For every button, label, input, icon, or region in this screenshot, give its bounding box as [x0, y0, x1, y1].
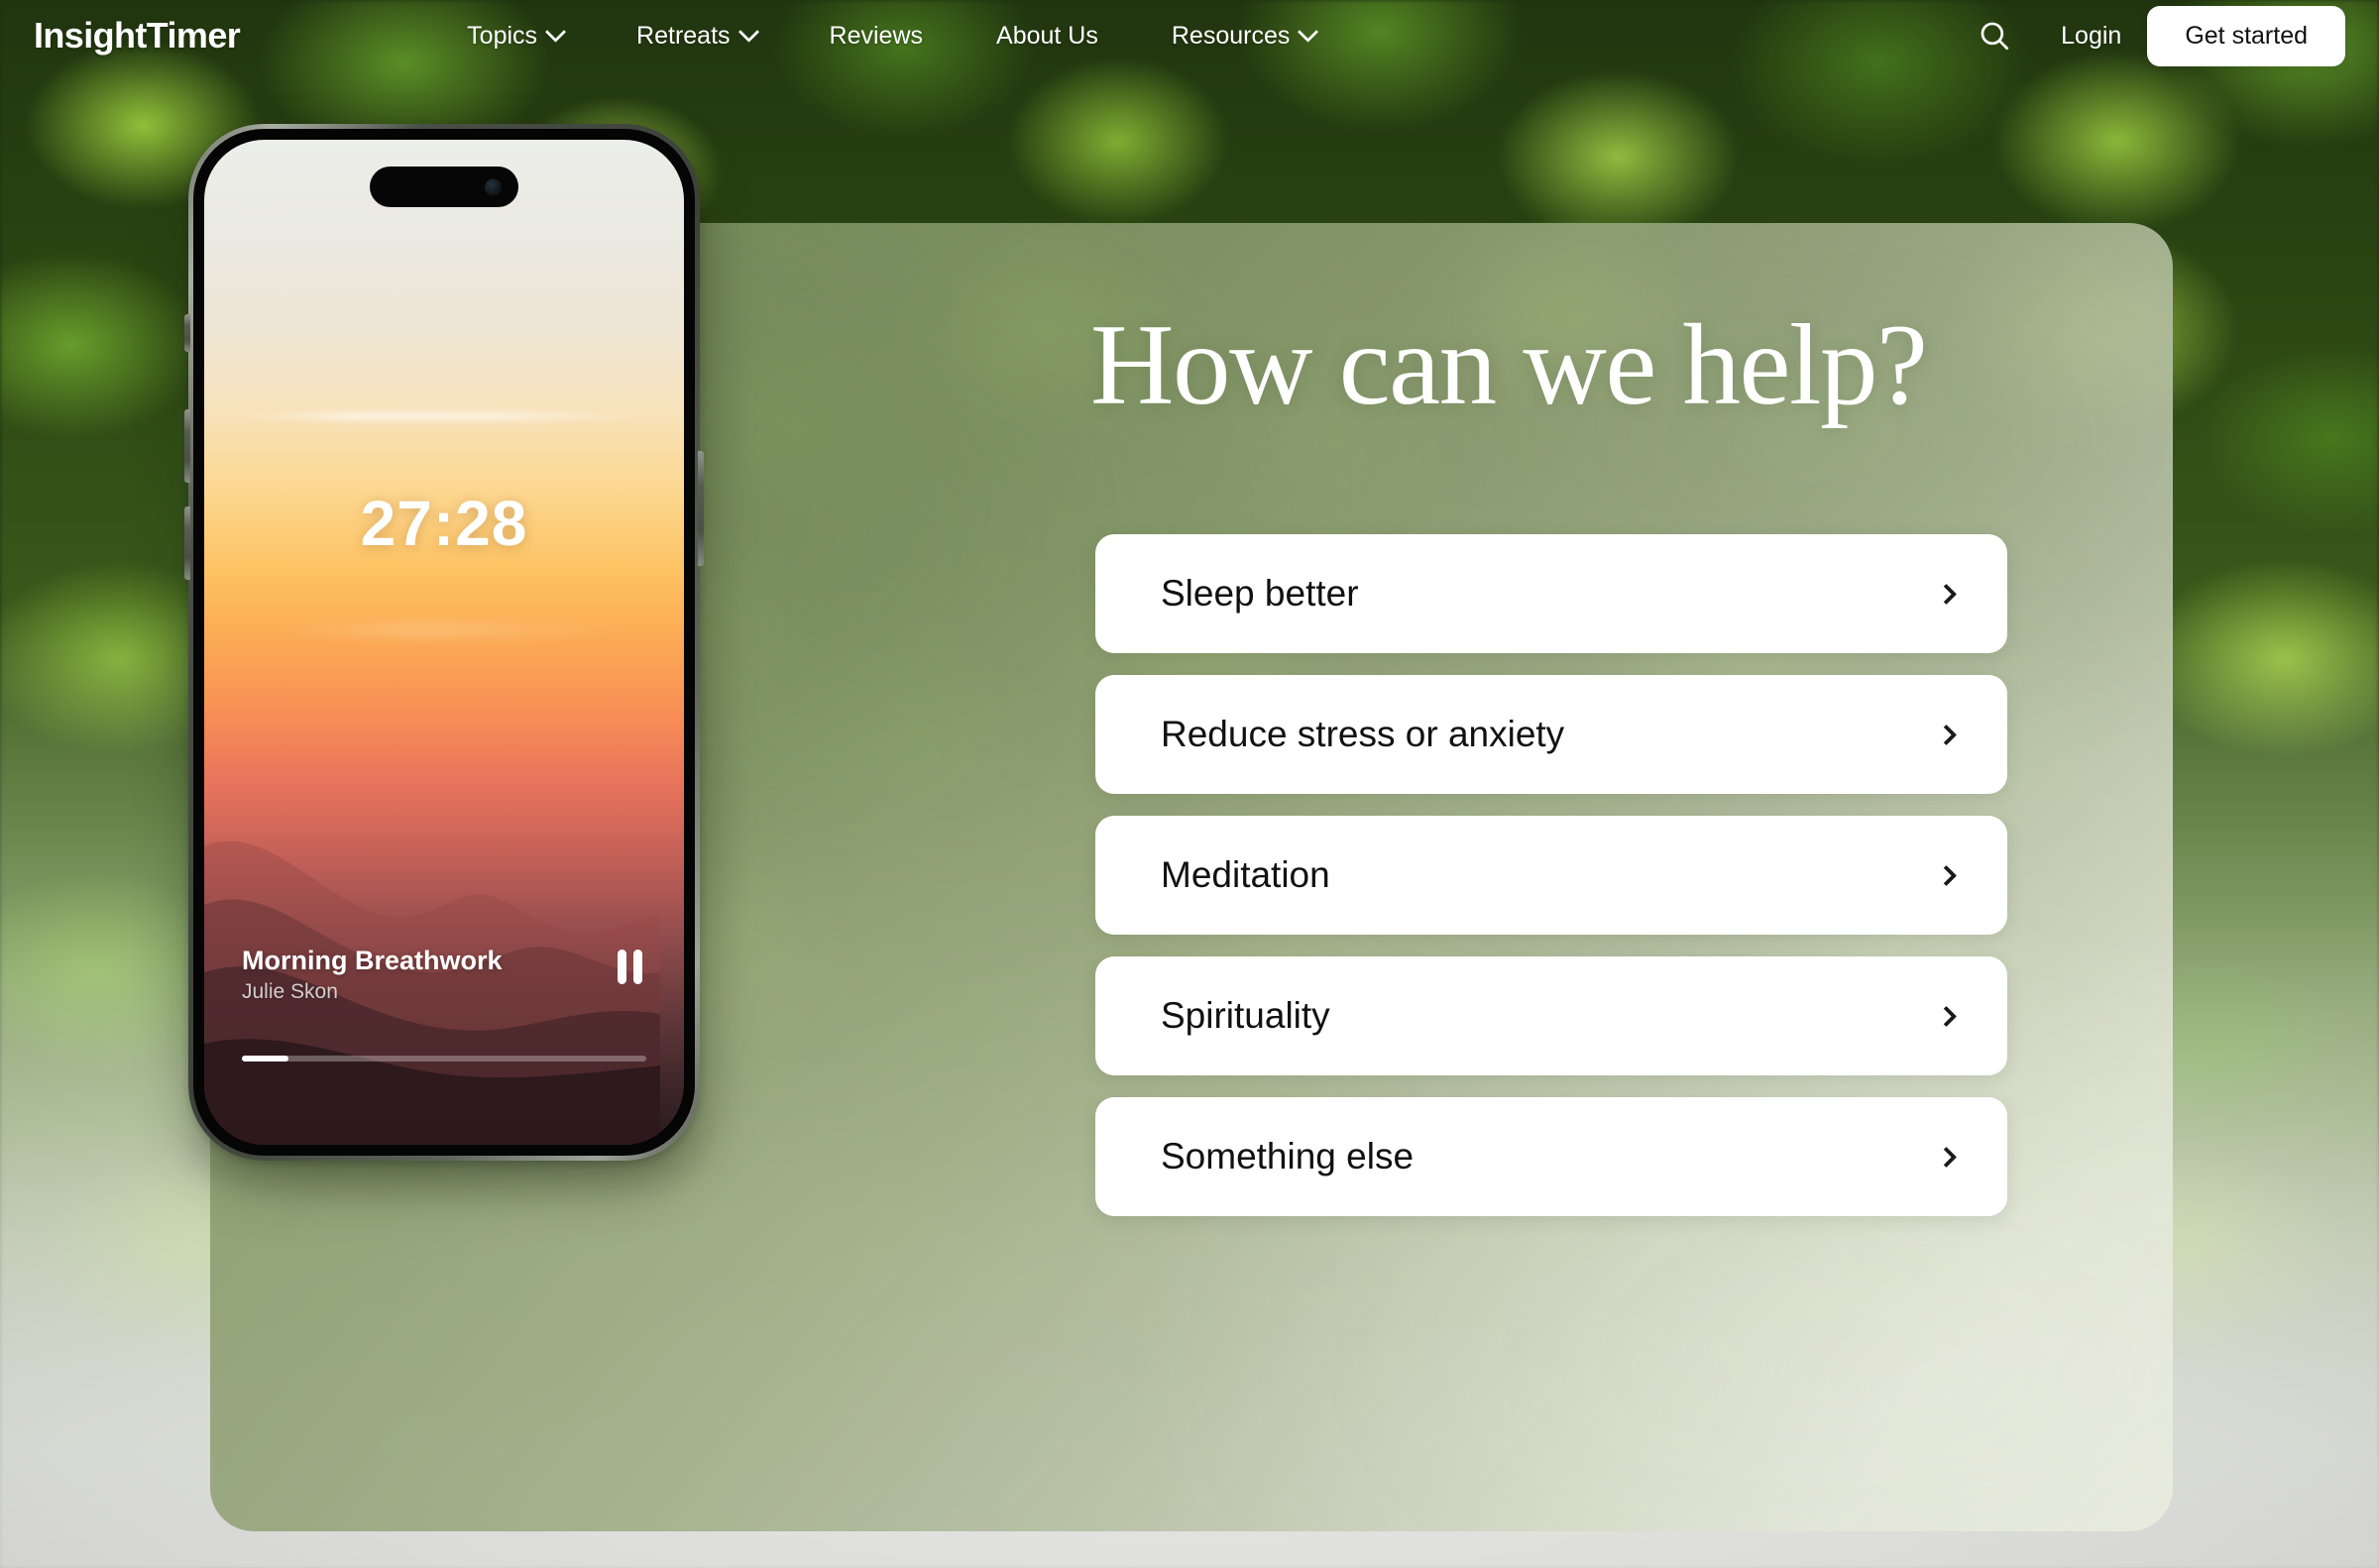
meditation-timer: 27:28	[360, 488, 528, 559]
chevron-right-icon	[1935, 1005, 1958, 1027]
phone-frame: 27:28 Morning Breathwork Julie Skon	[184, 124, 704, 1161]
option-label: Spirituality	[1161, 995, 1330, 1036]
sunset-cloud-streak-2	[271, 621, 636, 638]
page-root: InsightTimer Topics Retreats Reviews Abo…	[0, 0, 2379, 1568]
chevron-right-icon	[1935, 864, 1958, 886]
login-link[interactable]: Login	[2035, 22, 2147, 51]
nav-item-topics[interactable]: Topics	[430, 21, 600, 51]
nav-label-about-us: About Us	[996, 21, 1098, 50]
playback-progress-track[interactable]	[242, 1056, 646, 1062]
now-playing-row: Morning Breathwork Julie Skon	[242, 945, 646, 1004]
phone-volume-down-button	[184, 506, 190, 580]
help-option-spirituality[interactable]: Spirituality	[1095, 956, 2007, 1075]
track-title: Morning Breathwork	[242, 946, 503, 976]
phone-power-button	[698, 451, 704, 566]
help-option-something-else[interactable]: Something else	[1095, 1097, 2007, 1216]
phone-action-button	[184, 314, 190, 352]
search-button[interactable]	[1968, 9, 2021, 62]
help-option-sleep-better[interactable]: Sleep better	[1095, 534, 2007, 653]
help-option-meditation[interactable]: Meditation	[1095, 816, 2007, 935]
hero-content-panel: How can we help? Sleep better Reduce str…	[1090, 307, 2007, 1216]
chevron-down-icon	[737, 21, 759, 43]
chevron-right-icon	[1935, 583, 1958, 605]
main-nav-links: Topics Retreats Reviews About Us Resourc…	[430, 21, 1353, 51]
top-navigation-bar: InsightTimer Topics Retreats Reviews Abo…	[0, 0, 2379, 71]
nav-item-reviews[interactable]: Reviews	[793, 22, 960, 51]
help-option-reduce-stress-or-anxiety[interactable]: Reduce stress or anxiety	[1095, 675, 2007, 794]
front-camera-icon	[485, 178, 502, 195]
chevron-right-icon	[1935, 724, 1958, 745]
option-label: Something else	[1161, 1136, 1415, 1176]
page-title: How can we help?	[1090, 301, 1928, 429]
chevron-down-icon	[544, 21, 567, 43]
phone-volume-up-button	[184, 409, 190, 483]
nav-item-about-us[interactable]: About Us	[960, 22, 1135, 51]
nav-label-resources: Resources	[1171, 21, 1291, 50]
get-started-button[interactable]: Get started	[2147, 5, 2345, 66]
option-label: Reduce stress or anxiety	[1161, 714, 1565, 754]
option-label: Meditation	[1161, 854, 1330, 895]
nav-item-retreats[interactable]: Retreats	[600, 21, 792, 51]
phone-screen: 27:28 Morning Breathwork Julie Skon	[204, 140, 684, 1145]
chevron-right-icon	[1935, 1146, 1958, 1168]
phone-mockup: 27:28 Morning Breathwork Julie Skon	[169, 124, 704, 1175]
pause-button[interactable]	[618, 950, 642, 985]
nav-label-retreats: Retreats	[636, 21, 731, 50]
phone-bezel: 27:28 Morning Breathwork Julie Skon	[193, 129, 695, 1156]
track-artist: Julie Skon	[242, 980, 338, 1003]
help-options-list: Sleep better Reduce stress or anxiety Me…	[1095, 534, 2007, 1216]
track-info: Morning Breathwork Julie Skon	[242, 945, 503, 1004]
search-icon	[1981, 22, 2009, 51]
sunset-cloud-streak	[233, 410, 655, 421]
nav-label-reviews: Reviews	[829, 21, 924, 50]
nav-label-topics: Topics	[467, 21, 538, 50]
option-label: Sleep better	[1161, 573, 1359, 614]
chevron-down-icon	[1298, 21, 1319, 43]
pause-icon-bar-left	[618, 950, 626, 985]
nav-right-actions: Login Get started	[1968, 5, 2345, 66]
nav-item-resources[interactable]: Resources	[1135, 21, 1353, 51]
playback-progress-fill	[242, 1056, 288, 1062]
now-playing-panel: Morning Breathwork Julie Skon	[204, 945, 684, 1062]
pause-icon-bar-right	[633, 950, 642, 985]
mountain-silhouette	[204, 840, 660, 1145]
insight-timer-logo[interactable]: InsightTimer	[34, 15, 241, 56]
dynamic-island	[370, 167, 518, 207]
